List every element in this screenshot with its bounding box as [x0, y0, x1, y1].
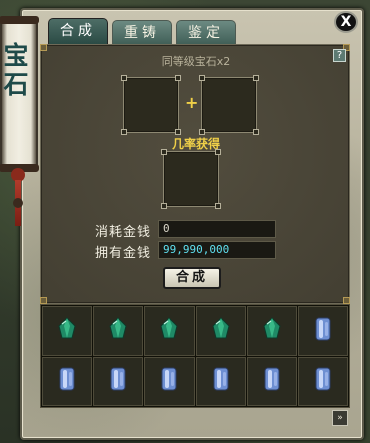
- requirement-label: 同等级宝石x2: [161, 55, 231, 68]
- slot-corner-icon: [253, 75, 259, 81]
- inventory-slot[interactable]: [246, 356, 297, 406]
- compose-button[interactable]: 合成: [163, 267, 221, 289]
- result-slot[interactable]: [161, 149, 221, 209]
- slot-corner-icon: [215, 203, 221, 209]
- blue-crystal-icon: [314, 316, 332, 346]
- tassel-bead-icon: [13, 198, 23, 208]
- inventory-slot[interactable]: [297, 356, 348, 406]
- frame-corner-icon: [40, 44, 47, 51]
- cost-label: 消耗金钱: [95, 225, 152, 240]
- green-gem-icon: [211, 317, 231, 345]
- inventory-slot[interactable]: [195, 356, 246, 406]
- input-slot-1[interactable]: [121, 75, 181, 135]
- probability-label: 几率获得: [171, 137, 220, 151]
- inventory-slot[interactable]: [42, 306, 93, 356]
- blue-crystal-icon: [109, 366, 127, 396]
- scroll-cap-top: [0, 16, 39, 24]
- slot-corner-icon: [199, 75, 205, 81]
- inventory-slot[interactable]: [93, 356, 144, 406]
- input-slot-2[interactable]: [199, 75, 259, 135]
- inventory-slot[interactable]: [42, 356, 93, 406]
- next-page-button[interactable]: »: [332, 410, 348, 426]
- inventory-slot[interactable]: [144, 356, 195, 406]
- tab-compose[interactable]: 合成: [48, 18, 108, 46]
- frame-corner-icon: [40, 297, 47, 304]
- slot-corner-icon: [215, 149, 221, 155]
- green-gem-icon: [57, 317, 77, 345]
- slot-corner-icon: [121, 75, 127, 81]
- green-gem-icon: [159, 317, 179, 345]
- blue-crystal-icon: [263, 366, 281, 396]
- frame-corner-icon: [343, 297, 350, 304]
- owned-money-field: 99,990,000: [158, 241, 276, 259]
- slot-corner-icon: [161, 149, 167, 155]
- inventory-slot[interactable]: [246, 306, 297, 356]
- compose-area: ? 同等级宝石x2 + 几率获得 消耗金钱 0 拥有金钱 99,990,000 …: [40, 44, 350, 304]
- green-gem-icon: [262, 317, 282, 345]
- inventory-slot[interactable]: [93, 306, 144, 356]
- inventory-slot[interactable]: [144, 306, 195, 356]
- slot-corner-icon: [161, 203, 167, 209]
- inventory-slot[interactable]: [297, 306, 348, 356]
- blue-crystal-icon: [160, 366, 178, 396]
- blue-crystal-icon: [58, 366, 76, 396]
- green-gem-icon: [108, 317, 128, 345]
- tab-recast[interactable]: 重铸: [112, 20, 172, 46]
- title-scroll: 宝石: [0, 16, 39, 172]
- cost-field: 0: [158, 220, 276, 238]
- blue-crystal-icon: [314, 366, 332, 396]
- window-title: 宝石: [0, 42, 29, 100]
- blue-crystal-icon: [212, 366, 230, 396]
- inventory-slot[interactable]: [195, 306, 246, 356]
- inventory-grid: [40, 304, 350, 408]
- plus-icon: +: [185, 93, 199, 112]
- slot-corner-icon: [175, 75, 181, 81]
- tab-appraise[interactable]: 鉴定: [176, 20, 236, 46]
- owned-money-label: 拥有金钱: [95, 246, 152, 261]
- close-button[interactable]: X: [334, 11, 358, 33]
